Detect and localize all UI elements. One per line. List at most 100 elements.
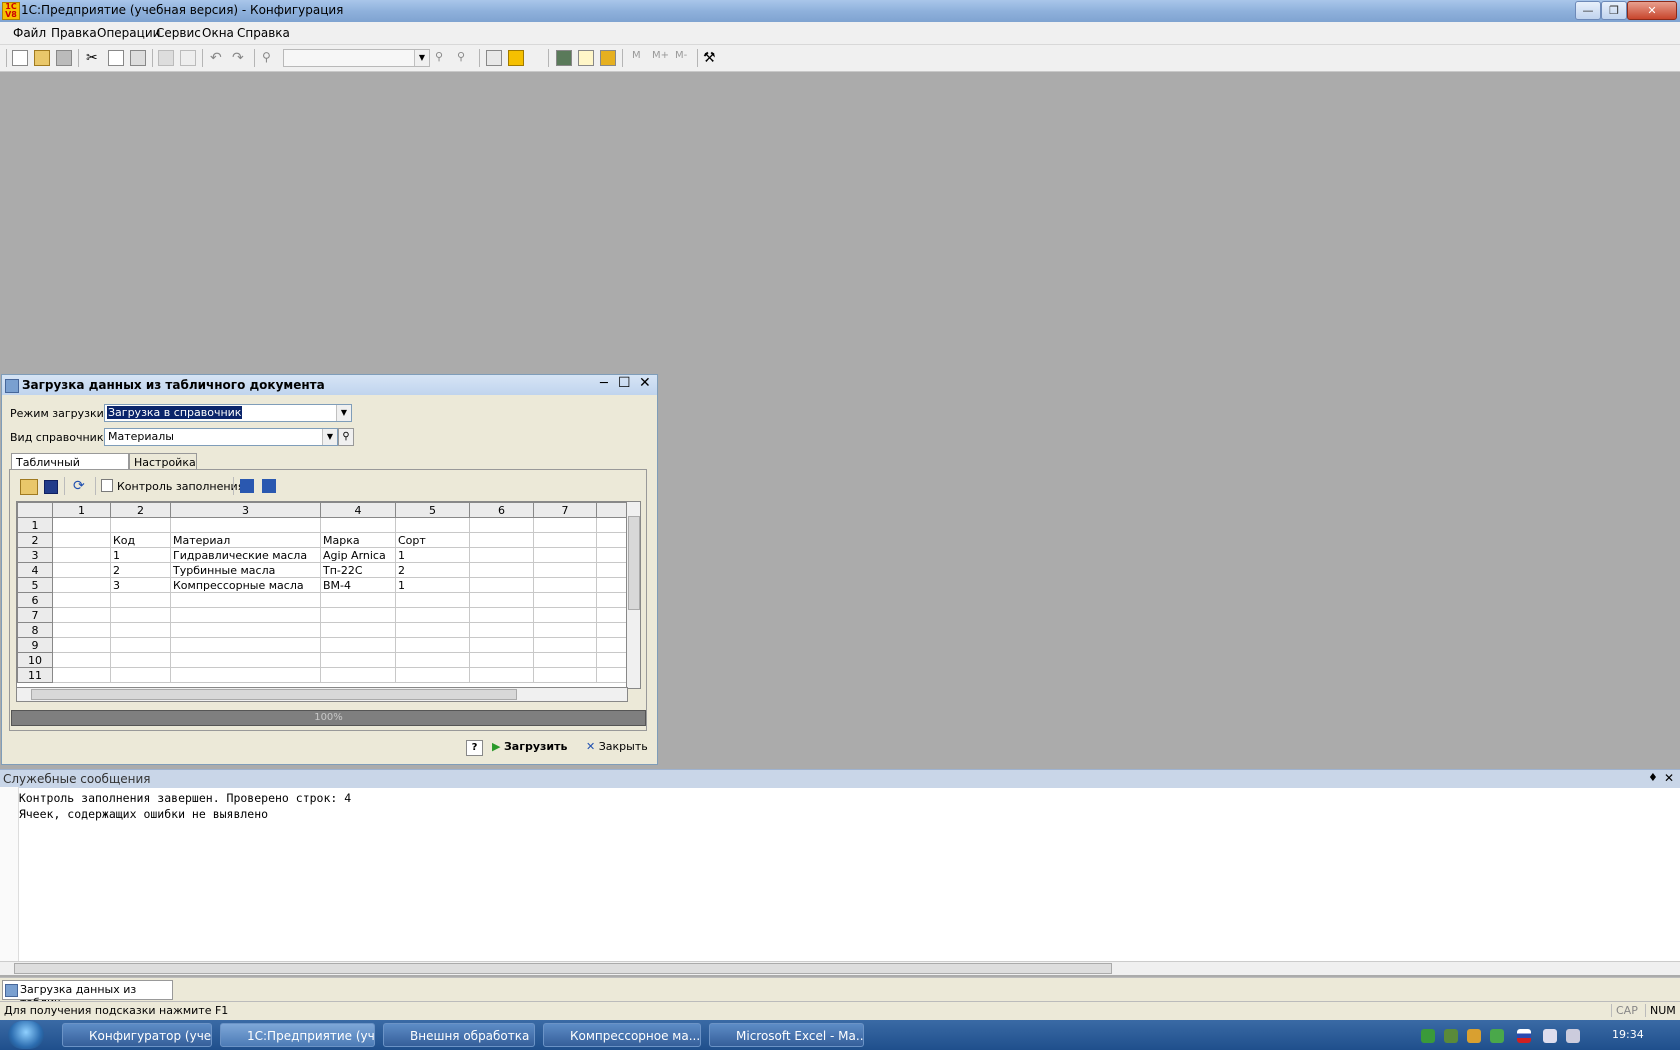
sheet-cell[interactable] bbox=[320, 607, 396, 623]
tray-shield-icon[interactable] bbox=[1490, 1029, 1504, 1043]
col-header[interactable]: 4 bbox=[320, 502, 396, 518]
copy-icon[interactable] bbox=[108, 50, 124, 66]
sheet-cell[interactable] bbox=[533, 607, 597, 623]
undo-icon[interactable]: ↶ bbox=[210, 50, 226, 66]
sheet-cell[interactable] bbox=[533, 547, 597, 563]
col-header[interactable]: 1 bbox=[52, 502, 111, 518]
dialog-maximize-icon[interactable]: ☐ bbox=[618, 375, 631, 391]
ref-select[interactable]: Материалы ▼ bbox=[104, 428, 338, 446]
sheet-cell[interactable] bbox=[395, 667, 470, 683]
sheet-cell[interactable] bbox=[52, 622, 111, 638]
sheet-cell[interactable]: ВМ-4 bbox=[320, 577, 396, 593]
sheet-cell[interactable] bbox=[533, 517, 597, 533]
menu-windows[interactable]: Окна bbox=[202, 26, 234, 40]
sheet-cell[interactable] bbox=[110, 622, 171, 638]
row-header[interactable]: 6 bbox=[17, 592, 53, 608]
sheet-cell[interactable] bbox=[170, 637, 321, 653]
col-header[interactable]: 6 bbox=[469, 502, 534, 518]
print-icon[interactable] bbox=[158, 50, 174, 66]
sheet-cell[interactable] bbox=[469, 667, 534, 683]
chevron-down-icon[interactable]: ▼ bbox=[414, 50, 429, 66]
sheet-cell[interactable] bbox=[320, 652, 396, 668]
sheet-cell[interactable] bbox=[596, 622, 627, 638]
help-button[interactable]: ? bbox=[466, 740, 483, 756]
fill-control-label[interactable]: Контроль заполнения bbox=[117, 480, 244, 493]
sheet-cell[interactable] bbox=[469, 652, 534, 668]
sheet-cell[interactable] bbox=[110, 652, 171, 668]
menu-file[interactable]: Файл bbox=[13, 26, 46, 40]
col-header[interactable] bbox=[596, 502, 627, 518]
move-down-icon[interactable] bbox=[240, 479, 254, 493]
sheet-cell[interactable] bbox=[469, 547, 534, 563]
memory-minus-icon[interactable]: M- bbox=[675, 50, 691, 66]
scroll-thumb[interactable] bbox=[628, 516, 640, 610]
tray-update-icon[interactable] bbox=[1444, 1029, 1458, 1043]
sheet-cell[interactable] bbox=[596, 562, 627, 578]
close-icon[interactable]: ✕ bbox=[1664, 771, 1674, 785]
load-button[interactable]: ▶ Загрузить bbox=[492, 740, 567, 753]
sheet-cell[interactable] bbox=[110, 607, 171, 623]
sheet-cell[interactable]: 1 bbox=[395, 577, 470, 593]
spreadsheet-grid[interactable]: 1 2 3 4 5 6 7 1 2 Код Материал Марка Сорт 3 1 Ги… bbox=[16, 501, 628, 689]
memory-m-icon[interactable]: M bbox=[632, 50, 648, 66]
tray-power-icon[interactable] bbox=[1566, 1029, 1580, 1043]
taskbar-item-word[interactable]: Внешня обработка ... bbox=[383, 1023, 535, 1047]
sheet-cell[interactable] bbox=[596, 517, 627, 533]
sheet-cell[interactable] bbox=[52, 532, 111, 548]
col-header[interactable]: 5 bbox=[395, 502, 470, 518]
sheet-cell[interactable] bbox=[395, 592, 470, 608]
mode-select[interactable]: Загрузка в справочник ▼ bbox=[104, 404, 352, 422]
sheet-cell[interactable] bbox=[110, 592, 171, 608]
sheet-cell[interactable] bbox=[596, 532, 627, 548]
sheet-cell[interactable] bbox=[596, 667, 627, 683]
sheet-cell[interactable] bbox=[533, 667, 597, 683]
fill-control-button[interactable] bbox=[101, 478, 114, 492]
col-header[interactable]: 3 bbox=[170, 502, 321, 518]
windows-icon[interactable] bbox=[486, 50, 502, 66]
sheet-cell[interactable] bbox=[469, 607, 534, 623]
sheet-cell[interactable] bbox=[469, 532, 534, 548]
sheet-cell[interactable] bbox=[320, 622, 396, 638]
pin-icon[interactable]: ♦ bbox=[1648, 771, 1658, 784]
preview-icon[interactable] bbox=[180, 50, 196, 66]
dialog-close-icon[interactable]: ✕ bbox=[639, 375, 651, 391]
menu-edit[interactable]: Правка bbox=[51, 26, 97, 40]
move-up-icon[interactable] bbox=[262, 479, 276, 493]
find-next-icon[interactable]: ⚲ bbox=[435, 50, 451, 66]
find-prev-icon[interactable]: ⚲ bbox=[457, 50, 473, 66]
sheet-cell[interactable] bbox=[533, 562, 597, 578]
scroll-thumb[interactable] bbox=[14, 963, 1112, 974]
sheet-cell[interactable] bbox=[170, 667, 321, 683]
sheet-cell[interactable] bbox=[110, 667, 171, 683]
start-button[interactable] bbox=[8, 1021, 44, 1049]
tab-table-document[interactable]: Табличный документ bbox=[11, 453, 129, 482]
search-combo[interactable]: ▼ bbox=[283, 49, 430, 67]
sheet-cell[interactable] bbox=[596, 652, 627, 668]
sheet-cell[interactable] bbox=[110, 517, 171, 533]
dialog-minimize-icon[interactable]: ─ bbox=[600, 376, 608, 391]
sheet-cell[interactable] bbox=[52, 667, 111, 683]
save-file-icon[interactable] bbox=[44, 480, 58, 494]
language-flag-icon[interactable] bbox=[1517, 1029, 1531, 1043]
open-file-icon[interactable] bbox=[20, 479, 38, 495]
sheet-cell[interactable] bbox=[52, 592, 111, 608]
sheet-cell[interactable] bbox=[596, 592, 627, 608]
sheet-cell[interactable] bbox=[52, 577, 111, 593]
refresh-icon[interactable]: ⟳ bbox=[73, 478, 85, 494]
save-icon[interactable] bbox=[56, 50, 72, 66]
restore-button[interactable]: ❐ bbox=[1601, 1, 1627, 20]
row-header[interactable]: 1 bbox=[17, 517, 53, 533]
sheet-cell[interactable]: Турбинные масла bbox=[170, 562, 321, 578]
sheet-cell[interactable]: Код bbox=[110, 532, 171, 548]
sheet-cell[interactable] bbox=[320, 592, 396, 608]
sheet-cell[interactable] bbox=[533, 652, 597, 668]
sheet-cell[interactable] bbox=[395, 607, 470, 623]
sheet-cell[interactable]: 2 bbox=[110, 562, 171, 578]
sheet-cell[interactable] bbox=[170, 592, 321, 608]
row-header[interactable]: 2 bbox=[17, 532, 53, 548]
find-icon[interactable]: ⚲ bbox=[262, 50, 278, 66]
sheet-cell[interactable] bbox=[170, 607, 321, 623]
sheet-cell[interactable] bbox=[469, 592, 534, 608]
sheet-cell[interactable] bbox=[395, 622, 470, 638]
sheet-cell[interactable] bbox=[52, 637, 111, 653]
